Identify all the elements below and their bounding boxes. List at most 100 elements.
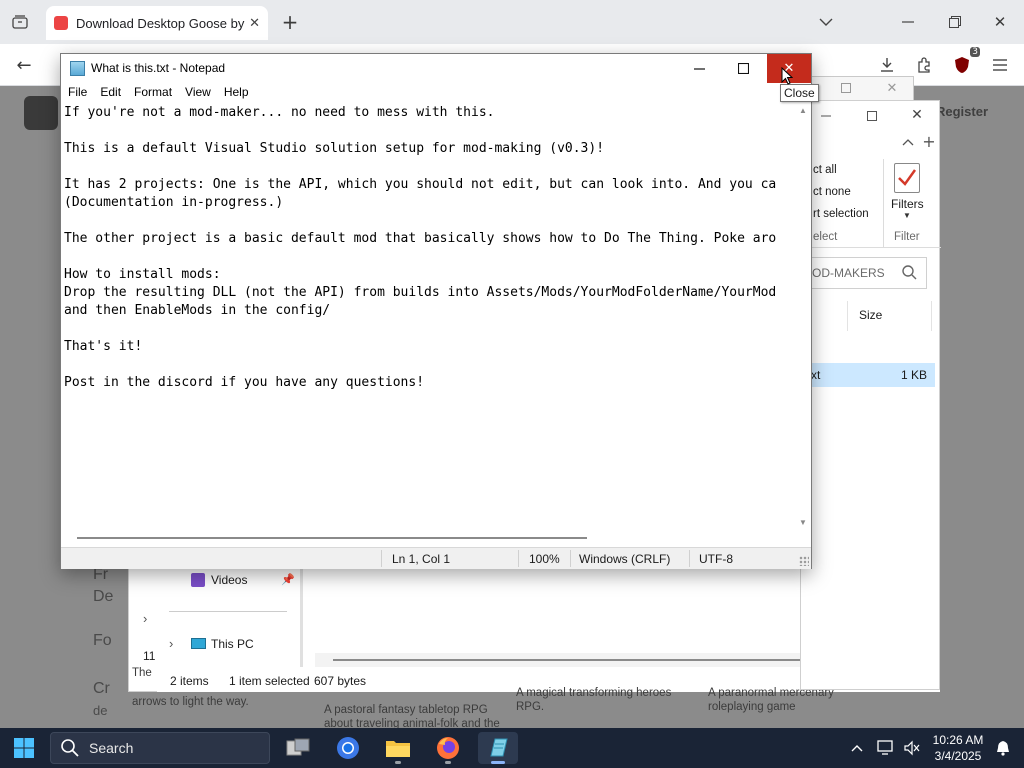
active-indicator [491, 761, 505, 764]
resize-grip-icon[interactable] [799, 556, 809, 566]
register-link[interactable]: Register [936, 104, 988, 119]
page-snippet: De [93, 588, 114, 605]
status-bytes: 607 bytes [314, 674, 367, 688]
folder-icon [386, 741, 410, 757]
select-all-button[interactable]: ct all [813, 164, 837, 176]
new-tab-icon[interactable]: + [278, 10, 302, 34]
browser-close-icon[interactable]: ✕ [988, 10, 1012, 34]
menu-edit[interactable]: Edit [99, 83, 127, 103]
maximize-icon[interactable] [839, 81, 853, 95]
status-separator [518, 550, 519, 567]
select-none-button[interactable]: ct none [813, 186, 851, 198]
this-pc-icon [191, 638, 206, 649]
firefox-icon [437, 737, 459, 759]
close-icon[interactable]: ✕ [885, 81, 899, 96]
select-group-label: elect [813, 231, 838, 243]
nav-item-thispc[interactable]: This PC [211, 637, 254, 651]
network-icon[interactable] [876, 738, 896, 758]
mouse-cursor-icon [781, 67, 793, 85]
explorer-close-icon[interactable]: ✕ [909, 107, 925, 123]
expand-chevron-icon[interactable]: › [143, 611, 147, 626]
invert-selection-button[interactable]: rt selection [813, 208, 869, 220]
chrome-icon [337, 737, 359, 759]
menu-format[interactable]: Format [133, 83, 178, 103]
taskbar-search-label: Search [89, 740, 134, 756]
notification-bell-icon[interactable] [994, 739, 1012, 757]
notepad-minimize-button[interactable] [677, 54, 721, 83]
horizontal-scroll-thumb[interactable] [77, 537, 587, 539]
notepad-app-button[interactable] [478, 732, 518, 764]
status-separator [381, 550, 382, 567]
explorer-ribbon-window: ✕ + ct all ct none rt selection elect Fi… [800, 100, 941, 690]
status-line-endings: Windows (CRLF) [579, 552, 671, 566]
search-input[interactable]: OD-MAKERS [812, 266, 885, 280]
file-row-selected[interactable]: xt 1 KB [801, 363, 935, 387]
filters-button[interactable]: Filters [891, 197, 924, 211]
tab-actions-icon[interactable] [8, 10, 32, 34]
notepad-text-area[interactable]: If you're not a mod-maker... no need to … [64, 104, 794, 530]
expand-chevron-icon[interactable]: › [169, 636, 173, 651]
close-tooltip: Close [780, 84, 819, 102]
filters-icon[interactable] [894, 163, 920, 193]
nav-item-videos[interactable]: Videos [211, 573, 247, 587]
browser-restore-icon[interactable] [943, 10, 967, 34]
scroll-up-arrow-icon[interactable]: ▲ [799, 106, 807, 115]
vertical-scrollbar[interactable]: ▲ ▼ [796, 104, 810, 530]
menu-view[interactable]: View [184, 83, 217, 103]
search-icon[interactable] [902, 265, 917, 283]
notepad-menubar: File Edit Format View Help [61, 83, 811, 103]
volume-muted-icon[interactable] [902, 738, 922, 758]
notepad-window: What is this.txt - Notepad ✕ File Edit F… [60, 53, 812, 569]
search-box[interactable]: OD-MAKERS [809, 257, 927, 289]
notepad-app-icon [70, 61, 85, 76]
explorer-maximize-icon[interactable] [865, 109, 879, 123]
clock-time: 10:26 AM [932, 733, 984, 747]
nav-partial-text: 11 [143, 649, 156, 663]
filter-group-label: Filter [894, 231, 920, 243]
download-icon[interactable] [875, 53, 899, 77]
notepad-status-bar: Ln 1, Col 1 100% Windows (CRLF) UTF-8 [61, 547, 811, 569]
search-icon [61, 739, 79, 757]
column-header-size[interactable]: Size [859, 308, 882, 322]
chrome-app-button[interactable] [328, 732, 368, 764]
card-left-text: The [132, 667, 152, 679]
taskbar-search-box[interactable]: Search [50, 732, 270, 764]
task-view-icon [286, 738, 310, 756]
browser-tab[interactable]: Download Desktop Goose by sa ✕ [46, 6, 268, 40]
browser-minimize-icon[interactable] [896, 10, 920, 34]
file-row-size: 1 KB [901, 368, 928, 382]
windows-logo-icon [14, 738, 34, 758]
tab-close-icon[interactable]: ✕ [249, 16, 260, 31]
menu-file[interactable]: File [67, 83, 93, 103]
show-hidden-icons-chevron-icon[interactable] [848, 740, 866, 756]
browser-menu-icon[interactable] [988, 53, 1012, 77]
task-view-button[interactable] [278, 732, 318, 764]
extensions-icon[interactable] [912, 53, 936, 77]
back-arrow-icon[interactable]: ← [12, 53, 36, 77]
help-plus-icon[interactable]: + [921, 132, 937, 151]
browser-tab-bar: Download Desktop Goose by sa ✕ + ✕ [0, 0, 1024, 44]
taskbar-clock[interactable]: 10:26 AM 3/4/2025 [920, 732, 996, 764]
explorer-minimize-icon[interactable] [819, 109, 833, 123]
running-indicator [445, 761, 451, 764]
file-explorer-app-button[interactable] [378, 732, 418, 764]
status-selected: 1 item selected [229, 674, 310, 688]
notepad-maximize-button[interactable] [721, 54, 765, 83]
running-indicator [395, 761, 401, 764]
clock-date: 3/4/2025 [934, 749, 982, 763]
notepad-titlebar[interactable]: What is this.txt - Notepad ✕ [61, 54, 811, 83]
firefox-app-button[interactable] [428, 732, 468, 764]
ublock-shield-icon[interactable]: 3 [950, 47, 980, 77]
itch-favicon-icon [54, 16, 68, 30]
menu-help[interactable]: Help [223, 83, 255, 103]
status-separator [689, 550, 690, 567]
filters-dropdown-icon[interactable]: ▼ [903, 211, 911, 220]
page-snippet: Fo [93, 632, 112, 649]
start-button[interactable] [4, 732, 44, 764]
notepad-icon [490, 738, 508, 757]
status-encoding: UTF-8 [699, 552, 733, 566]
ribbon-collapse-chevron-icon[interactable] [901, 135, 915, 149]
scroll-down-arrow-icon[interactable]: ▼ [799, 518, 807, 527]
horizontal-scrollbar[interactable] [61, 531, 796, 545]
tab-list-chevron-icon[interactable] [814, 10, 838, 34]
